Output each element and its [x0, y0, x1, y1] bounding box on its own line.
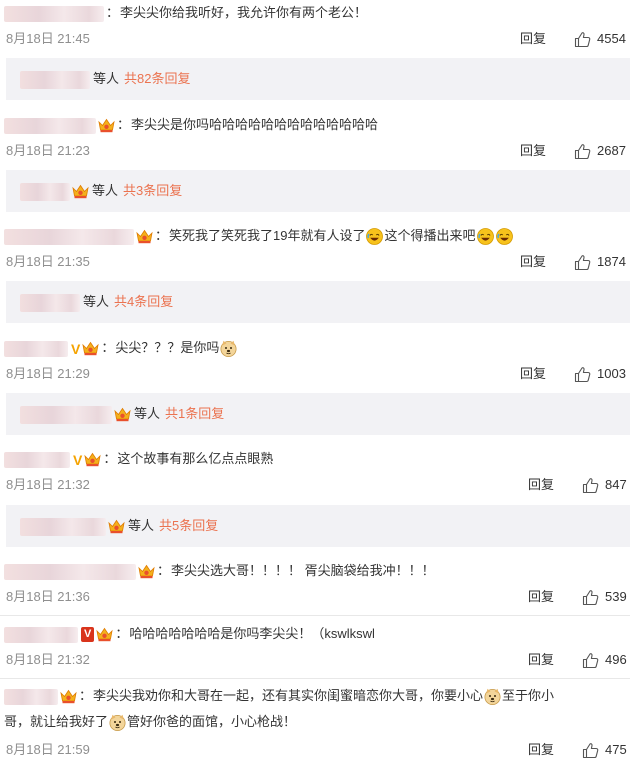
like-count: 4554: [597, 31, 626, 46]
reply-button[interactable]: 回复: [528, 474, 554, 496]
comment-time: 8月18日 21:45: [6, 31, 90, 46]
crown-badge-icon: [98, 118, 115, 133]
like-button[interactable]: 496: [582, 649, 627, 671]
thumbs-up-icon: [574, 254, 591, 271]
reply-button[interactable]: 回复: [528, 586, 554, 608]
crown-badge-icon: [72, 184, 89, 199]
crown-badge-icon: [114, 407, 131, 422]
crown-badge-icon: [108, 519, 125, 534]
comment-time: 8月18日 21:36: [6, 589, 90, 604]
comment-text: 这个故事有那么亿点点眼熟: [117, 451, 274, 466]
commenter-name-blurred[interactable]: [4, 626, 78, 643]
thumbs-up-icon: [582, 742, 599, 759]
commenter-name-blurred[interactable]: [4, 451, 70, 468]
comment-text: 李尖尖你给我听好，我允许你有两个老公！: [120, 5, 368, 20]
commenter-name-blurred[interactable]: [4, 688, 58, 705]
commenter-name-blurred[interactable]: [4, 117, 96, 134]
comment-text: 李尖尖是你吗哈哈哈哈哈哈哈哈哈哈哈哈哈: [131, 117, 379, 132]
vip-v-icon: V: [73, 451, 83, 468]
comment-text: 李尖尖选大哥！！！！ 胥尖脑袋给我冲！！！: [171, 563, 435, 578]
doge-emoji-icon: [109, 714, 126, 731]
comment-time: 8月18日 21:23: [6, 143, 90, 158]
comment-time: 8月18日 21:32: [6, 652, 90, 667]
reply-count-link[interactable]: 共1条回复: [165, 406, 224, 421]
reply-button[interactable]: 回复: [528, 649, 554, 671]
replier-name-blurred: [20, 293, 80, 312]
comment-text: 尖尖？？？是你吗: [115, 340, 220, 355]
commenter-name-blurred[interactable]: [4, 340, 68, 357]
like-count: 847: [605, 477, 627, 492]
like-button[interactable]: 1874: [574, 251, 626, 273]
like-button[interactable]: 4554: [574, 28, 626, 50]
crown-badge-icon: [82, 341, 99, 356]
reply-count-link[interactable]: 共82条回复: [124, 71, 190, 86]
like-button[interactable]: 2687: [574, 140, 626, 162]
comment-time: 8月18日 21:29: [6, 366, 90, 381]
laughing-cry-emoji-icon: [477, 228, 494, 245]
thumbs-up-icon: [582, 652, 599, 669]
reply-count-link[interactable]: 共4条回复: [114, 294, 173, 309]
reply-count-link[interactable]: 共3条回复: [123, 183, 182, 198]
crown-badge-icon: [136, 229, 153, 244]
replier-name-blurred: [20, 517, 106, 536]
replies-summary[interactable]: 等人 共5条回复: [6, 505, 630, 547]
like-count: 1003: [597, 366, 626, 381]
thumbs-up-icon: [574, 366, 591, 383]
like-count: 496: [605, 652, 627, 667]
laughing-cry-emoji-icon: [366, 228, 383, 245]
divider: [0, 615, 630, 616]
replies-summary[interactable]: 等人 共82条回复: [6, 58, 630, 100]
commenter-name-blurred[interactable]: [4, 228, 134, 245]
replies-summary[interactable]: 等人 共1条回复: [6, 393, 630, 435]
comment-text: 至于你小: [502, 688, 555, 703]
comment-text: 哈哈哈哈哈哈哈是你吗李尖尖！（kswlkswl: [129, 626, 375, 641]
like-button[interactable]: 475: [582, 739, 627, 761]
crown-badge-icon: [84, 452, 101, 467]
comment-text: 哥，就让给我好了: [4, 714, 109, 729]
reply-button[interactable]: 回复: [520, 363, 546, 385]
replier-name-blurred: [20, 182, 70, 201]
comment-text: 这个得播出来吧: [384, 228, 476, 243]
like-count: 2687: [597, 143, 626, 158]
comment-text: 李尖尖我劝你和大哥在一起，还有其实你闺蜜暗恋你大哥，你要小心: [93, 688, 484, 703]
doge-emoji-icon: [220, 340, 237, 357]
like-button[interactable]: 847: [582, 474, 627, 496]
like-count: 1874: [597, 254, 626, 269]
reply-count-link[interactable]: 共5条回复: [159, 518, 218, 533]
vip-v-icon: V: [81, 627, 95, 643]
replies-summary[interactable]: 等人 共4条回复: [6, 281, 630, 323]
replier-name-blurred: [20, 70, 90, 89]
comment-list: ：李尖尖你给我听好，我允许你有两个老公！ 8月18日 21:45 回复 4554…: [0, 0, 630, 767]
crown-badge-icon: [138, 564, 155, 579]
thumbs-up-icon: [574, 143, 591, 160]
replies-summary[interactable]: 等人 共3条回复: [6, 170, 630, 212]
thumbs-up-icon: [582, 589, 599, 606]
reply-button[interactable]: 回复: [520, 251, 546, 273]
divider: [0, 678, 630, 679]
replier-name-blurred: [20, 405, 112, 424]
vip-v-icon: V: [71, 340, 81, 357]
crown-badge-icon: [60, 689, 77, 704]
comment-time: 8月18日 21:59: [6, 742, 90, 757]
comment-time: 8月18日 21:32: [6, 477, 90, 492]
reply-button[interactable]: 回复: [528, 739, 554, 761]
laughing-cry-emoji-icon: [496, 228, 513, 245]
like-button[interactable]: 1003: [574, 363, 626, 385]
comment-text: 笑死我了笑死我了19年就有人设了: [169, 228, 366, 243]
commenter-name-blurred[interactable]: [4, 5, 104, 22]
like-count: 475: [605, 742, 627, 757]
commenter-name-blurred[interactable]: [4, 563, 136, 580]
thumbs-up-icon: [582, 477, 599, 494]
crown-badge-icon: [96, 627, 113, 642]
thumbs-up-icon: [574, 31, 591, 48]
reply-button[interactable]: 回复: [520, 140, 546, 162]
reply-button[interactable]: 回复: [520, 28, 546, 50]
comment-text: 管好你爸的面馆，小心枪战！: [127, 714, 297, 729]
like-count: 539: [605, 589, 627, 604]
comment-time: 8月18日 21:35: [6, 254, 90, 269]
doge-emoji-icon: [484, 688, 501, 705]
like-button[interactable]: 539: [582, 586, 627, 608]
